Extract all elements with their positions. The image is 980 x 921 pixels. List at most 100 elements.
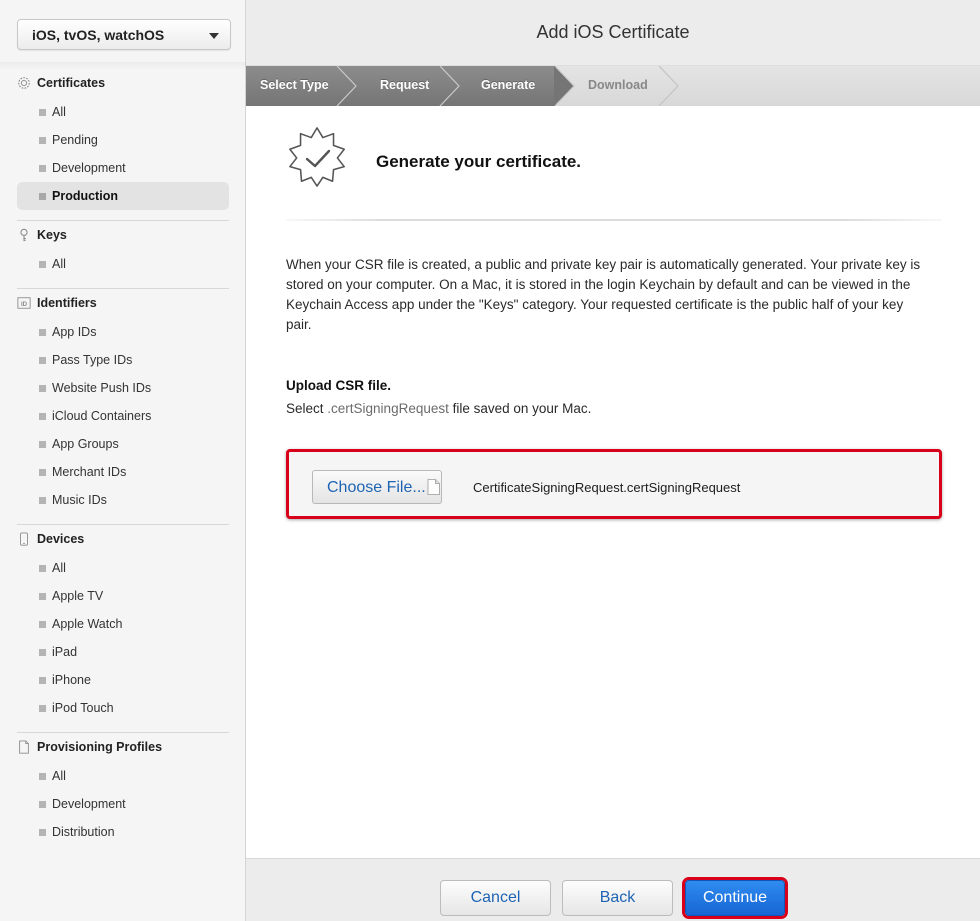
- sidebar-divider: [17, 220, 229, 221]
- section-keys-title: Keys: [37, 228, 67, 242]
- sidebar-separator: [0, 62, 246, 70]
- step-request: Request: [380, 78, 430, 92]
- step-select-type: Select Type: [260, 78, 329, 92]
- sidebar-item-website-push-ids[interactable]: Website Push IDs: [17, 374, 229, 402]
- step-separator-chevron-icon: [658, 66, 679, 106]
- footer-actions: Cancel Back Continue: [246, 858, 980, 921]
- continue-button[interactable]: Continue: [685, 880, 785, 916]
- back-button[interactable]: Back: [562, 880, 673, 916]
- key-icon: [20, 228, 28, 242]
- selected-file-name: CertificateSigningRequest.certSigningReq…: [473, 480, 741, 495]
- sidebar-item-profiles-distribution[interactable]: Distribution: [17, 818, 229, 846]
- section-certificates: Certificates: [17, 75, 229, 95]
- sidebar-item-label: Apple Watch: [52, 617, 123, 631]
- choose-file-button[interactable]: Choose File...: [312, 470, 442, 504]
- bullet-icon: [39, 441, 46, 448]
- bullet-icon: [39, 621, 46, 628]
- bullet-icon: [39, 801, 46, 808]
- sidebar-item-label: All: [52, 561, 66, 575]
- certificate-gear-icon: [18, 77, 30, 89]
- document-icon: [19, 740, 29, 754]
- sidebar-item-certificates-development[interactable]: Development: [17, 154, 229, 182]
- bullet-icon: [39, 565, 46, 572]
- sidebar-item-devices-all[interactable]: All: [17, 554, 229, 582]
- sidebar-item-ipod-touch[interactable]: iPod Touch: [17, 694, 229, 722]
- sidebar-item-label: iCloud Containers: [52, 409, 152, 423]
- sidebar-divider: [17, 288, 229, 289]
- sidebar-item-label: All: [52, 769, 66, 783]
- upload-instructions-prefix: Select: [286, 401, 328, 416]
- file-icon: [427, 479, 440, 495]
- section-keys: Keys: [17, 227, 229, 247]
- sidebar-item-app-ids[interactable]: App IDs: [17, 318, 229, 346]
- bullet-icon: [39, 193, 46, 200]
- section-identifiers-title: Identifiers: [37, 296, 97, 310]
- bullet-icon: [39, 413, 46, 420]
- sidebar-item-merchant-ids[interactable]: Merchant IDs: [17, 458, 229, 486]
- sidebar-item-keys-all[interactable]: All: [17, 250, 229, 278]
- sidebar-item-label: iPod Touch: [52, 701, 114, 715]
- bullet-icon: [39, 829, 46, 836]
- sidebar-item-app-groups[interactable]: App Groups: [17, 430, 229, 458]
- sidebar-item-icloud-containers[interactable]: iCloud Containers: [17, 402, 229, 430]
- sidebar-item-label: App Groups: [52, 437, 119, 451]
- sidebar-item-label: Merchant IDs: [52, 465, 127, 479]
- bullet-icon: [39, 261, 46, 268]
- sidebar: iOS, tvOS, watchOS Certificates All Pend…: [0, 0, 246, 921]
- section-devices: Devices: [17, 531, 229, 551]
- certificate-badge-icon: [289, 127, 345, 187]
- sidebar-item-iphone[interactable]: iPhone: [17, 666, 229, 694]
- sidebar-item-label: Music IDs: [52, 493, 107, 507]
- bullet-icon: [39, 593, 46, 600]
- sidebar-item-label: Pass Type IDs: [52, 353, 133, 367]
- sidebar-item-label: Production: [52, 189, 118, 203]
- sidebar-item-music-ids[interactable]: Music IDs: [17, 486, 229, 514]
- csr-description: When your CSR file is created, a public …: [286, 257, 921, 332]
- file-upload-panel: Choose File... CertificateSigningRequest…: [286, 449, 942, 519]
- bullet-icon: [39, 649, 46, 656]
- sidebar-item-label: Apple TV: [52, 589, 104, 603]
- bullet-icon: [39, 497, 46, 504]
- platform-select[interactable]: iOS, tvOS, watchOS: [17, 19, 231, 50]
- chevron-down-icon: [209, 33, 219, 39]
- sidebar-item-pass-type-ids[interactable]: Pass Type IDs: [17, 346, 229, 374]
- sidebar-item-certificates-production[interactable]: Production: [17, 182, 229, 210]
- sidebar-item-label: iPhone: [52, 673, 91, 687]
- upload-csr-title: Upload CSR file.: [286, 378, 392, 393]
- bullet-icon: [39, 137, 46, 144]
- id-card-icon: ID: [17, 297, 31, 309]
- section-devices-title: Devices: [37, 532, 85, 546]
- bullet-icon: [39, 385, 46, 392]
- choose-file-label: Choose File...: [327, 479, 426, 496]
- sidebar-item-ipad[interactable]: iPad: [17, 638, 229, 666]
- bullet-icon: [39, 165, 46, 172]
- main-content: Generate your certificate. When your CSR…: [246, 106, 980, 858]
- sidebar-item-apple-watch[interactable]: Apple Watch: [17, 610, 229, 638]
- sidebar-item-label: Development: [52, 161, 126, 175]
- phone-icon: [20, 532, 28, 546]
- section-divider: [286, 219, 942, 221]
- sidebar-item-label: Distribution: [52, 825, 115, 839]
- step-separator-chevron-icon: [439, 66, 460, 106]
- sidebar-item-profiles-development[interactable]: Development: [17, 790, 229, 818]
- sidebar-item-label: Development: [52, 797, 126, 811]
- section-identifiers: ID Identifiers: [17, 295, 229, 315]
- bullet-icon: [39, 357, 46, 364]
- sidebar-item-certificates-pending[interactable]: Pending: [17, 126, 229, 154]
- svg-text:ID: ID: [21, 301, 28, 308]
- bullet-icon: [39, 773, 46, 780]
- sidebar-item-certificates-all[interactable]: All: [17, 98, 229, 126]
- bullet-icon: [39, 705, 46, 712]
- platform-select-label: iOS, tvOS, watchOS: [32, 27, 165, 43]
- generate-heading: Generate your certificate.: [376, 152, 582, 171]
- file-extension-text: .certSigningRequest: [327, 401, 449, 416]
- bullet-icon: [39, 329, 46, 336]
- bullet-icon: [39, 109, 46, 116]
- sidebar-item-label: All: [52, 257, 66, 271]
- sidebar-item-apple-tv[interactable]: Apple TV: [17, 582, 229, 610]
- sidebar-item-profiles-all[interactable]: All: [17, 762, 229, 790]
- step-progress-bar: Select Type Request Generate Download: [246, 66, 980, 106]
- upload-csr-instructions: Select .certSigningRequest file saved on…: [286, 401, 591, 416]
- sidebar-item-label: iPad: [52, 645, 78, 659]
- cancel-button[interactable]: Cancel: [440, 880, 551, 916]
